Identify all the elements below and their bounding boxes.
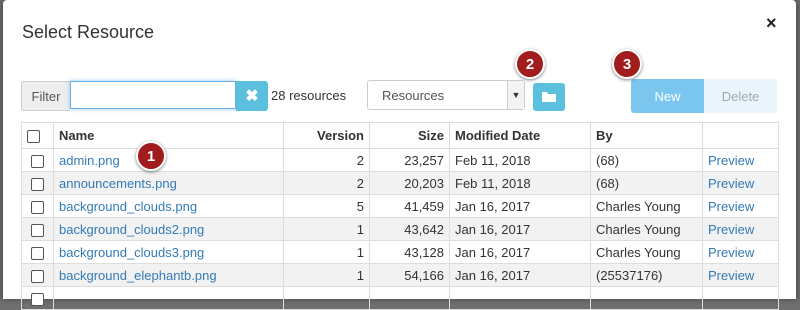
delete-button[interactable]: Delete [704, 79, 777, 113]
size-cell: 54,166 [369, 263, 450, 287]
row-checkbox-cell [21, 171, 54, 195]
row-checkbox[interactable] [31, 200, 44, 214]
column-header-modified-date[interactable]: Modified Date [449, 122, 591, 149]
size-cell: 43,128 [369, 240, 450, 264]
table-row[interactable]: background_clouds.png 5 41,459 Jan 16, 2… [21, 194, 779, 218]
row-checkbox[interactable] [31, 269, 44, 283]
preview-link[interactable]: Preview [708, 245, 754, 260]
clear-icon: ✖ [245, 88, 259, 105]
preview-link[interactable]: Preview [708, 268, 754, 283]
dialog-title: Select Resource [22, 22, 155, 42]
version-cell: 1 [283, 217, 370, 241]
row-checkbox[interactable] [31, 223, 44, 237]
column-header-actions [702, 122, 779, 149]
resource-name-link[interactable]: background_clouds2.png [59, 222, 204, 237]
modified-date-cell: Jan 16, 2017 [449, 194, 591, 218]
select-all-checkbox[interactable] [27, 130, 40, 144]
table-row[interactable]: background_elephantb.png 1 54,166 Jan 16… [21, 263, 779, 287]
modified-by-cell: Charles Young [590, 240, 703, 264]
row-checkbox[interactable] [31, 246, 44, 260]
row-checkbox-cell [21, 263, 54, 287]
version-cell: 2 [283, 148, 370, 172]
filter-label: Filter [21, 81, 70, 111]
modified-by-cell: (68) [590, 171, 703, 195]
version-cell: 2 [283, 171, 370, 195]
folder-icon [542, 92, 556, 102]
chevron-down-icon: ▼ [507, 81, 524, 109]
table-row[interactable]: background_clouds3.png 1 43,128 Jan 16, … [21, 240, 779, 264]
row-checkbox-cell [21, 148, 54, 172]
resource-name-link[interactable]: announcements.png [59, 176, 177, 191]
resource-type-selected: Resources [382, 87, 445, 103]
modified-by-cell: (68) [590, 148, 703, 172]
table-row[interactable]: admin.png 2 23,257 Feb 11, 2018 (68) Pre… [21, 148, 779, 172]
new-button[interactable]: New [631, 79, 704, 113]
size-cell: 41,459 [369, 194, 450, 218]
column-header-name[interactable]: Name [53, 122, 284, 149]
preview-link[interactable]: Preview [708, 153, 754, 168]
step-marker-2: 2 [515, 49, 545, 79]
resource-name-link[interactable]: admin.png [59, 153, 120, 168]
row-checkbox[interactable] [31, 292, 44, 306]
new-delete-group: New Delete [631, 79, 777, 113]
row-checkbox[interactable] [31, 177, 44, 191]
row-checkbox[interactable] [31, 154, 44, 168]
size-cell: 23,257 [369, 148, 450, 172]
modified-by-cell: Charles Young [590, 194, 703, 218]
modified-by-cell: Charles Young [590, 217, 703, 241]
modified-by-cell: (25537176) [590, 263, 703, 287]
preview-link[interactable]: Preview [708, 176, 754, 191]
filter-input[interactable] [70, 81, 236, 109]
folder-button[interactable] [533, 83, 565, 111]
row-checkbox-cell [21, 240, 54, 264]
clear-filter-button[interactable]: ✖ [236, 81, 268, 111]
column-header-by[interactable]: By [590, 122, 703, 149]
column-header-version[interactable]: Version [283, 122, 370, 149]
resource-count: 28 resources [271, 88, 347, 103]
step-marker-1: 1 [136, 141, 166, 171]
resource-name-link[interactable]: background_clouds.png [59, 199, 197, 214]
close-icon[interactable]: × [766, 13, 777, 34]
modified-date-cell: Jan 16, 2017 [449, 240, 591, 264]
version-cell: 1 [283, 263, 370, 287]
column-header-size[interactable]: Size [369, 122, 450, 149]
preview-link[interactable]: Preview [708, 222, 754, 237]
step-marker-3: 3 [612, 49, 642, 79]
resource-name-link[interactable]: background_elephantb.png [59, 268, 217, 283]
row-checkbox-cell [21, 194, 54, 218]
size-cell: 20,203 [369, 171, 450, 195]
modified-date-cell: Feb 11, 2018 [449, 171, 591, 195]
table-row[interactable]: announcements.png 2 20,203 Feb 11, 2018 … [21, 171, 779, 195]
version-cell: 1 [283, 240, 370, 264]
modified-date-cell: Jan 16, 2017 [449, 263, 591, 287]
resource-table: Name Version Size Modified Date By admin… [21, 122, 779, 310]
row-checkbox-cell [21, 217, 54, 241]
filter-group: Filter ✖ [21, 81, 268, 111]
select-resource-dialog: Select Resource × Filter ✖ 28 resources … [3, 0, 796, 310]
row-checkbox-cell [21, 286, 54, 310]
resource-type-select[interactable]: Resources ▼ [367, 80, 525, 110]
select-all-checkbox-cell [21, 122, 54, 149]
preview-link[interactable]: Preview [708, 199, 754, 214]
modified-date-cell: Jan 16, 2017 [449, 217, 591, 241]
table-row[interactable]: background_clouds2.png 1 43,642 Jan 16, … [21, 217, 779, 241]
version-cell: 5 [283, 194, 370, 218]
resource-name-link[interactable]: background_clouds3.png [59, 245, 204, 260]
table-row[interactable] [21, 286, 779, 310]
modified-date-cell: Feb 11, 2018 [449, 148, 591, 172]
table-header-row: Name Version Size Modified Date By [21, 122, 779, 149]
size-cell: 43,642 [369, 217, 450, 241]
